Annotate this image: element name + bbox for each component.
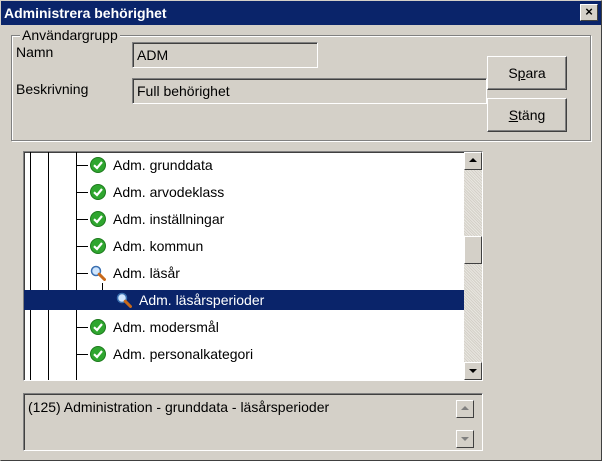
tree-connector [76,327,88,328]
green-check-icon [90,157,106,173]
group-legend: Användargrupp [20,26,120,44]
close-icon: × [585,4,593,19]
tree-item-label: Adm. arvodeklass [113,184,225,200]
tree-line [48,152,49,380]
name-label: Namn [16,44,54,60]
tree-scrollbar[interactable] [464,152,482,380]
tree-item-label: Adm. läsårsperioder [139,292,265,308]
green-check-icon [90,238,106,254]
magnifier-icon [116,292,132,308]
arrow-up-icon [461,406,469,410]
desc-scroll-up-button[interactable] [456,400,474,418]
arrow-down-icon [461,437,469,441]
close-button[interactable]: Stäng [487,98,567,132]
arrow-up-icon [469,158,477,162]
description-field[interactable]: Full behörighet [132,78,487,104]
scroll-up-button[interactable] [464,152,482,170]
tree-item-label: Adm. grunddata [113,157,213,173]
description-box: (125) Administration - grunddata - läsår… [23,393,483,451]
description-label: Beskrivning [16,81,89,97]
tree-line [76,152,77,380]
close-window-button[interactable]: × [580,4,598,21]
scroll-thumb[interactable] [464,236,482,264]
tree-item-label: Adm. läsår [113,265,180,281]
window-title: Administrera behörighet [4,5,167,21]
green-check-icon [90,184,106,200]
desc-scroll-down-button[interactable] [456,430,474,448]
tree-connector [76,246,88,247]
description-value: Full behörighet [137,83,230,99]
save-label-b: ara [525,65,546,81]
close-accesskey: S [508,107,519,123]
green-check-icon [90,346,106,362]
green-check-icon [90,211,106,227]
close-label-b: täng [518,107,546,123]
name-value: ADM [137,47,169,63]
magnifier-icon [90,265,106,281]
title-bar[interactable]: Administrera behörighet × [1,1,601,25]
tree-item-label: Adm. modersmål [113,319,219,335]
name-field[interactable]: ADM [132,42,318,68]
description-scrollbar[interactable] [456,400,474,448]
dialog-window: Administrera behörighet × Användargrupp … [0,0,602,461]
tree-connector [76,354,88,355]
tree-connector [76,165,88,166]
tree-connector [76,219,88,220]
tree-line [30,152,31,380]
tree-item-label: Adm. kommun [113,238,204,254]
description-text: (125) Administration - grunddata - läsår… [28,399,330,415]
permission-tree[interactable]: Adm. grunddata Adm. arvodeklass Adm. instä… [23,151,483,381]
tree-item-label: Adm. personalkategori [113,346,254,362]
save-button[interactable]: Spara [487,56,567,90]
tree-connector [76,192,88,193]
green-check-icon [90,319,106,335]
tree-canvas: Adm. grunddata Adm. arvodeklass Adm. instä… [24,152,464,380]
scroll-down-button[interactable] [464,362,482,380]
tree-connector [76,273,88,274]
save-label-a: S [508,65,518,81]
tree-item-label: Adm. inställningar [113,211,225,227]
arrow-down-icon [469,369,477,373]
